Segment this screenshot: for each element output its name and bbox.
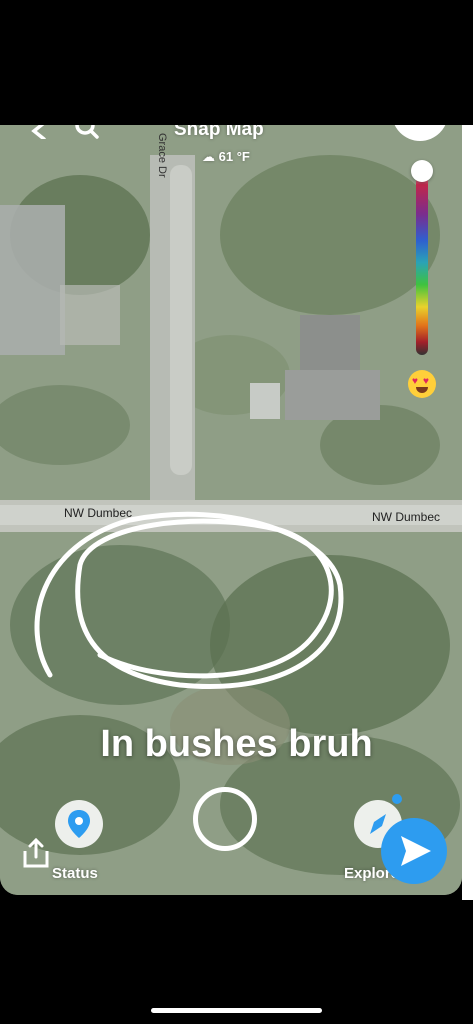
cloud-icon: ☁: [202, 149, 215, 164]
snap-map-screen: Snap Map ☁ 61 °F ♥ ♥ Grace Dr NW Dumbec …: [0, 125, 462, 895]
slider-handle[interactable]: [411, 160, 433, 182]
snap-caption: In bushes bruh: [100, 723, 373, 765]
page-title: Snap Map: [174, 125, 264, 140]
location-pin-icon: [68, 810, 90, 838]
weather-readout: ☁ 61 °F: [202, 149, 250, 165]
top-bar: Snap Map ☁ 61 °F: [0, 125, 462, 175]
search-icon[interactable]: [74, 125, 100, 141]
chevron-left-icon[interactable]: [30, 125, 50, 139]
screen-edge: [462, 125, 473, 900]
weather-temp: 61 °F: [218, 149, 250, 164]
status-button[interactable]: [55, 800, 103, 848]
status-label[interactable]: Status: [52, 865, 98, 882]
heart-eyes-emoji-icon[interactable]: ♥ ♥: [408, 370, 436, 398]
share-icon[interactable]: [22, 837, 50, 869]
street-label-left: NW Dumbec: [64, 506, 133, 520]
home-indicator[interactable]: [151, 1008, 322, 1013]
capture-ring-icon[interactable]: [193, 787, 257, 851]
slider-gradient: [416, 170, 428, 355]
notification-dot: [392, 794, 402, 804]
zoom-slider[interactable]: [411, 160, 433, 360]
send-button[interactable]: [381, 818, 447, 884]
send-arrow-icon: [401, 836, 431, 866]
street-label-vertical: Grace Dr: [156, 133, 168, 178]
gear-icon[interactable]: [392, 125, 448, 141]
street-label-right: NW Dumbec: [372, 510, 441, 524]
